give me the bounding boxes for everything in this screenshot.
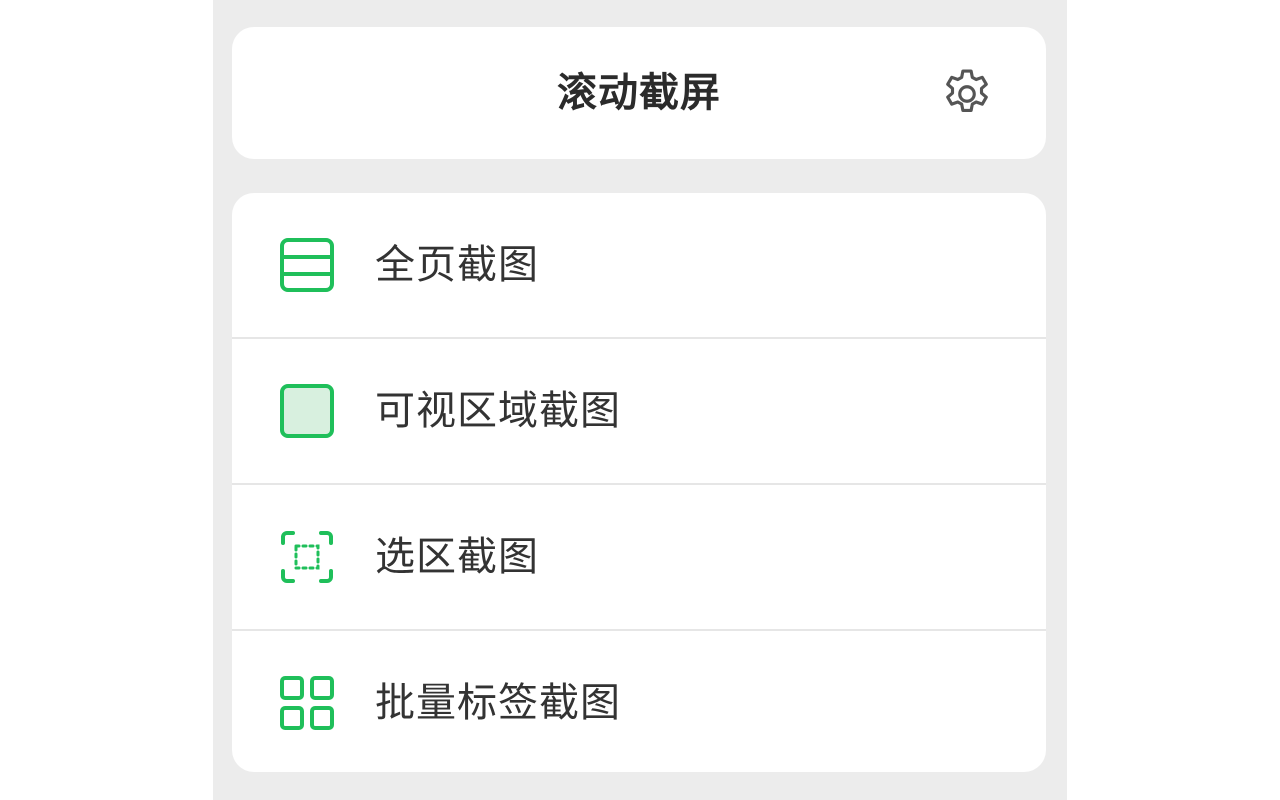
extension-popup: 滚动截屏 全页截图 可视区域截图 选区截图 批量标签截图: [213, 0, 1067, 800]
batch-tabs-icon: [280, 676, 334, 730]
visible-area-icon: [280, 384, 334, 438]
menu-item-label: 可视区域截图: [375, 388, 621, 434]
menu-list: 全页截图 可视区域截图 选区截图 批量标签截图: [232, 193, 1046, 772]
batch-tabs-screenshot-item[interactable]: 批量标签截图: [232, 631, 1046, 772]
full-page-icon: [280, 238, 334, 292]
gear-icon: [946, 69, 988, 113]
visible-area-screenshot-item[interactable]: 可视区域截图: [232, 339, 1046, 485]
selection-icon: [281, 531, 333, 583]
menu-item-label: 全页截图: [375, 242, 539, 288]
selection-screenshot-item[interactable]: 选区截图: [232, 485, 1046, 631]
menu-item-label: 选区截图: [375, 534, 539, 580]
page-title: 滚动截屏: [557, 70, 721, 116]
full-page-screenshot-item[interactable]: 全页截图: [232, 193, 1046, 339]
header-card: 滚动截屏: [232, 27, 1046, 159]
settings-button[interactable]: [937, 64, 997, 124]
menu-item-label: 批量标签截图: [375, 680, 621, 726]
